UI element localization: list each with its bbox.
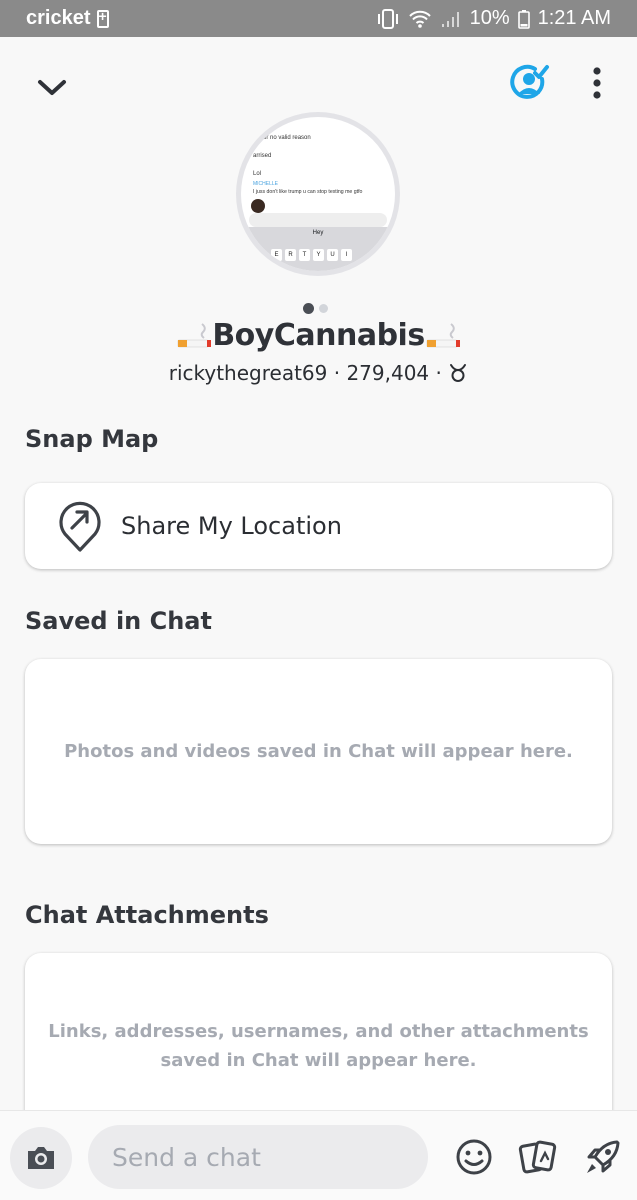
preview-key: I [341,249,352,261]
smiley-icon[interactable] [454,1137,494,1177]
username: rickythegreat69 [168,361,328,385]
cigarette-emoji-icon [426,323,460,348]
preview-key: T [299,249,310,261]
chat-bar: Send a chat [0,1110,637,1200]
vibrate-icon [377,8,398,29]
preview-line: I juss don't like trump u can stop texti… [253,189,363,195]
status-indicators: 10% 1:21 AM [376,7,611,30]
preview-key: E [271,249,282,261]
separator: · [435,361,442,385]
cards-icon[interactable] [518,1137,558,1177]
preview-line: arrised [253,153,272,159]
preview-key: R [285,249,296,261]
saved-in-chat-card: Photos and videos saved in Chat will app… [25,659,612,844]
chat-attachments-empty-line: saved in Chat will appear here. [160,1049,477,1071]
mini-bitmoji [251,199,265,213]
share-location-button[interactable]: Share My Location [25,483,612,569]
separator: · [333,361,341,385]
preview-chatbar [249,213,387,227]
camera-button[interactable] [10,1127,72,1189]
cigarette-emoji-icon [178,323,212,348]
clock: 1:21 AM [537,7,611,29]
page-dot-active [303,303,314,314]
page-dot [319,304,328,313]
wifi-icon [408,10,431,28]
snap-map-title: Snap Map [25,425,159,453]
chat-attachments-title: Chat Attachments [25,901,269,929]
preview-suggest: Hey [312,230,324,236]
saved-in-chat-empty-text: Photos and videos saved in Chat will app… [64,741,573,762]
preview-line: Lol [253,171,262,177]
preview-keyboard: Hey E R T Y U I [241,227,395,271]
more-options-icon[interactable] [585,64,609,104]
page-indicator [303,303,328,314]
snap-score: 279,404 [346,361,430,385]
display-name: BoyCannabis [0,318,637,353]
taurus-icon [450,364,467,382]
profile-avatar[interactable]: ng for no valid reason arrised Lol MICHE… [236,112,400,276]
status-bar: cricket 10% 1:21 AM [0,0,637,37]
camera-icon [28,1147,54,1169]
friend-check-icon[interactable] [509,62,551,104]
battery-percent: 10% [469,7,510,29]
preview-line: ng for no valid reason [253,135,311,141]
preview-key: Y [313,249,324,261]
profile-subline: rickythegreat69 · 279,404 · [0,361,637,385]
preview-key: U [327,249,338,261]
chat-attachments-empty-line: Links, addresses, usernames, and other a… [48,1020,589,1042]
display-name-text: BoyCannabis [212,318,425,353]
send-chat-input[interactable]: Send a chat [88,1125,428,1189]
battery-icon [517,9,530,29]
rocket-icon[interactable] [583,1137,623,1177]
sim-icon [96,8,109,28]
signal-icon [441,11,459,27]
saved-in-chat-title: Saved in Chat [25,607,212,635]
carrier-name: cricket [26,7,91,29]
location-pin-icon [59,501,101,552]
chevron-down-icon[interactable] [34,70,70,106]
bitmoji-preview: ng for no valid reason arrised Lol MICHE… [241,117,395,271]
share-location-label: Share My Location [121,512,342,540]
